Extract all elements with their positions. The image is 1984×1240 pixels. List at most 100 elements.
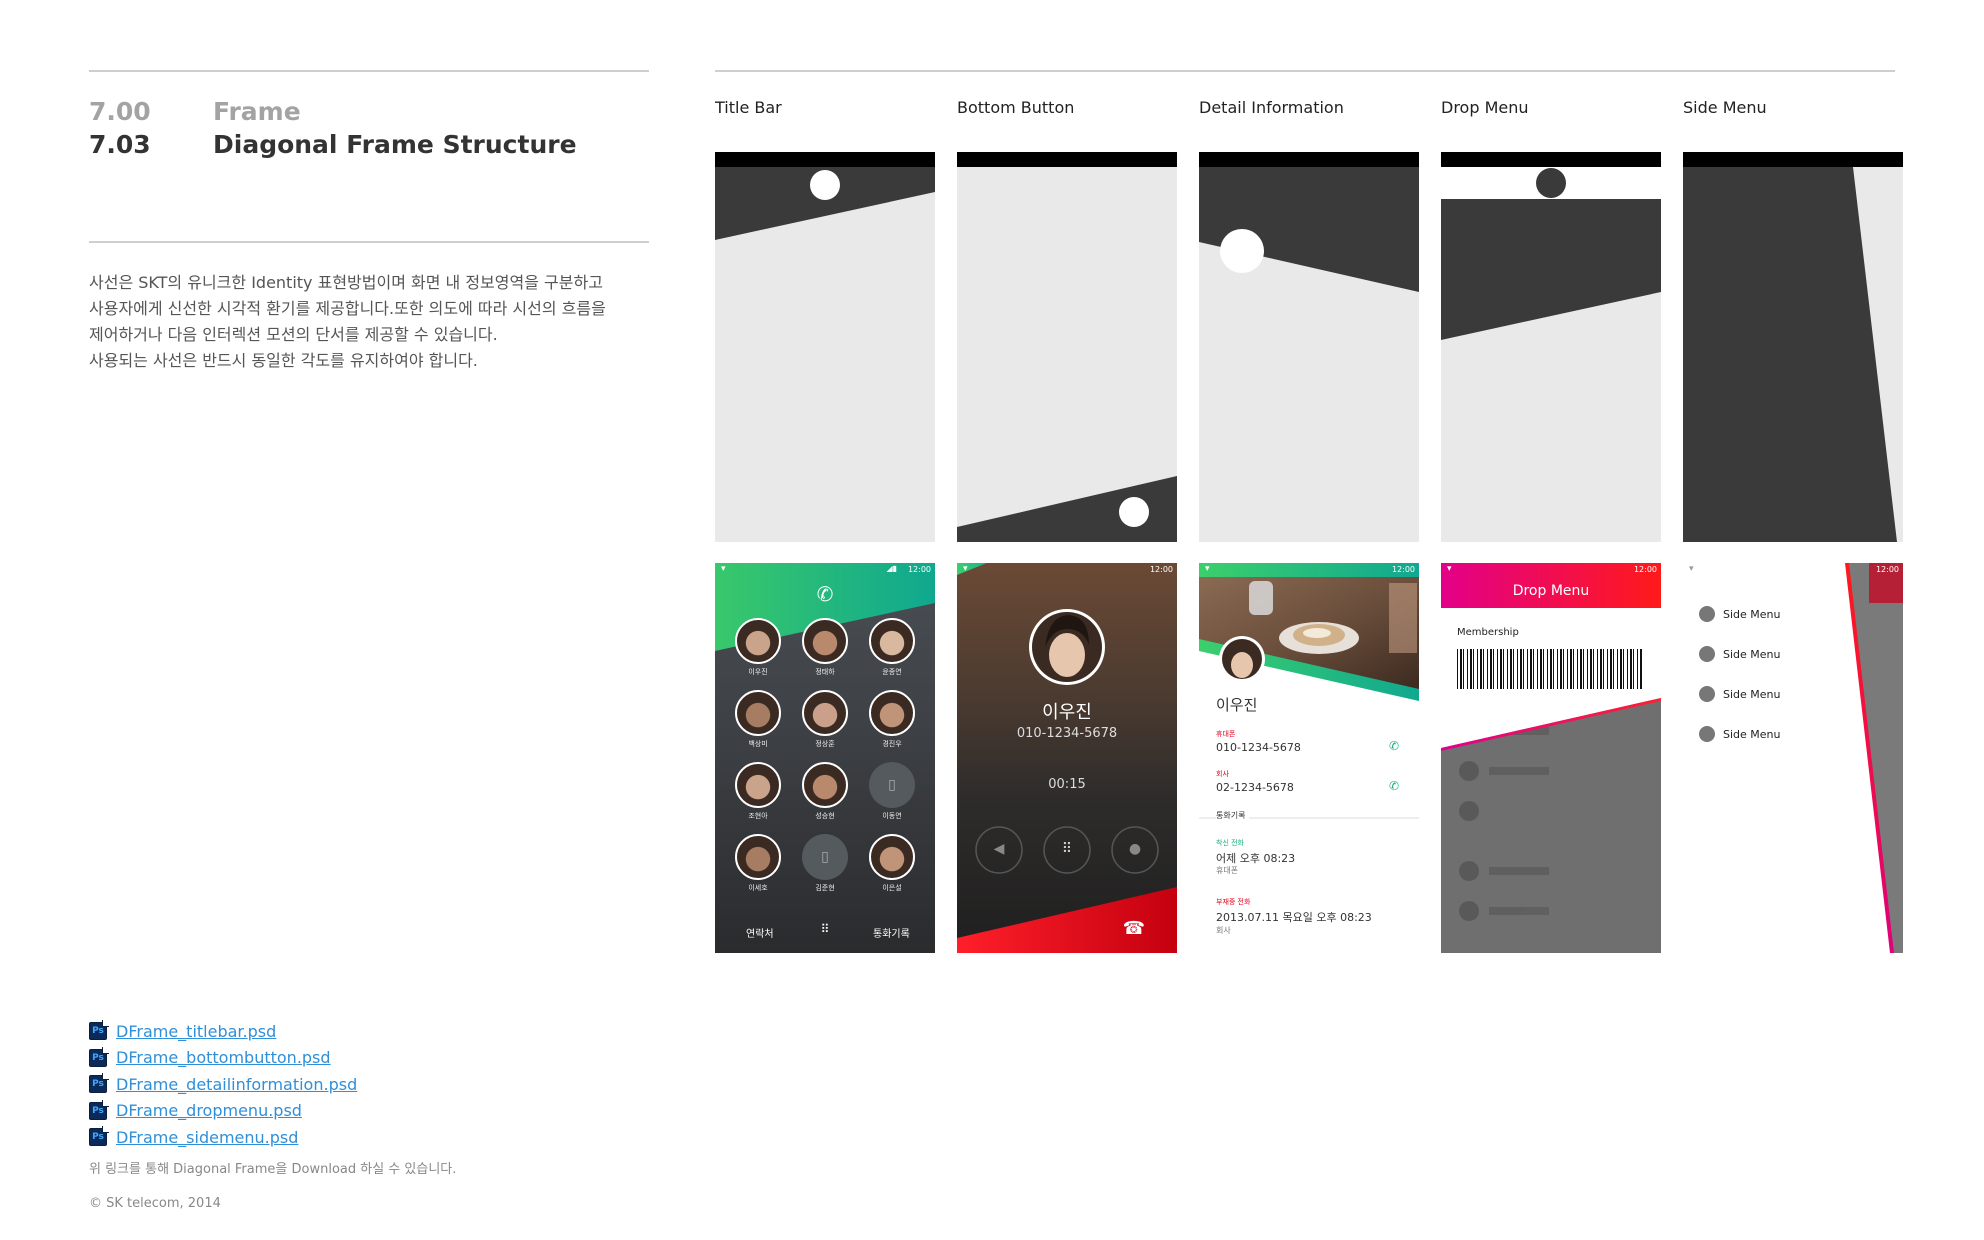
photoshop-file-icon: Ps [89,1099,109,1120]
history-value: 2013.07.11 목요일 오후 08:23 [1216,911,1372,924]
column-label-title-bar: Title Bar [715,98,782,117]
avatar [735,690,781,736]
call-icon[interactable]: ✆ [1389,739,1399,753]
wireframe-detail-information [1199,152,1419,542]
wireframe-bottom-button [957,152,1177,542]
history-tag: 부재중 전화 [1216,898,1251,906]
download-link-row: Ps DFrame_titlebar.psd [89,1018,357,1045]
contact-tile[interactable]: 이은설 [862,834,922,893]
avatar [802,618,848,664]
mute-icon[interactable]: ● [1125,841,1145,857]
side-menu-label: Side Menu [1723,607,1781,621]
contact-name: 이은설 [882,884,902,892]
contact-name: 백상미 [748,740,768,748]
contact-tile[interactable]: 윤종연 [862,618,922,677]
contact-tile[interactable]: 조현아 [728,762,788,821]
avatar [802,690,848,736]
section-number: 7.03 [89,130,151,159]
side-menu-item[interactable]: Side Menu [1699,646,1781,662]
wifi-icon: ▾ [721,564,726,574]
contact-name: 이세호 [748,884,768,892]
contact-tile[interactable]: 정상훈 [795,690,855,749]
avatar [869,834,915,880]
photoshop-file-icon: Ps [89,1020,109,1041]
download-link-bottombutton[interactable]: DFrame_bottombutton.psd [116,1048,331,1067]
caller-number: 010-1234-5678 [1016,726,1118,741]
download-link-detailinformation[interactable]: DFrame_detailinformation.psd [116,1075,357,1094]
phone-title-bar: ✆ ▾ ◢▮ 12:00 이우진 정태하 윤종연백상미 정상훈 경진우조현아 성승현 ▯ 이동… [715,563,935,953]
phone-bottom-button: 이우진 010-1234-5678 00:15 ◀ ⠿ ● ☎ ▾ 12:00 [957,563,1177,953]
contact-tile[interactable]: 이우진 [728,618,788,677]
status-time: 12:00 [1875,565,1899,574]
contact-tile[interactable]: 성승현 [795,762,855,821]
contact-tile[interactable]: 이세호 [728,834,788,893]
barcode [1457,649,1643,689]
history-sub: 휴대폰 [1216,866,1239,875]
end-call-icon[interactable]: ☎ [1119,918,1149,939]
side-menu-label: Side Menu [1723,687,1781,701]
column-label-drop-menu: Drop Menu [1441,98,1529,117]
description-line: 사용자에게 신선한 시각적 환기를 제공합니다.또한 의도에 따라 시선의 흐름… [89,299,606,318]
contact-name: 김준현 [815,884,835,892]
side-menu-item[interactable]: Side Menu [1699,606,1781,622]
download-link-titlebar[interactable]: DFrame_titlebar.psd [116,1022,276,1041]
svg-text:✆: ✆ [817,582,834,606]
avatar [735,618,781,664]
download-link-row: Ps DFrame_dropmenu.psd [89,1098,357,1125]
wifi-icon: ▾ [1689,564,1694,574]
side-menu-item[interactable]: Side Menu [1699,726,1781,742]
speaker-icon[interactable]: ◀ [989,841,1009,857]
contact-tile[interactable]: 백상미 [728,690,788,749]
menu-dot-icon [1699,726,1715,742]
avatar [802,762,848,808]
parent-section-title: Frame [213,97,301,126]
call-icon[interactable]: ✆ [1389,779,1399,793]
status-bar: ▾ 12:00 [1441,563,1661,577]
download-links: Ps DFrame_titlebar.psd Ps DFrame_bottomb… [89,1018,357,1151]
contact-tile[interactable]: 정태하 [795,618,855,677]
wireframe-drop-menu [1441,152,1661,542]
keypad-icon[interactable]: ⠿ [1057,841,1077,857]
wifi-icon: ▾ [1205,564,1210,574]
drop-menu-title: Drop Menu [1512,583,1590,599]
detail-value: 02-1234-5678 [1216,781,1294,794]
download-note: 위 링크를 통해 Diagonal Frame을 Download 하실 수 있… [89,1162,457,1177]
contact-name: 이우진 [748,668,768,676]
side-menu-item[interactable]: Side Menu [1699,686,1781,702]
status-bar: ▾ ◢▮ 12:00 [715,563,935,577]
download-link-sidemenu[interactable]: DFrame_sidemenu.psd [116,1128,298,1147]
nav-call-history[interactable]: 통화기록 [873,925,910,940]
contact-name: 조현아 [748,812,768,820]
history-sub: 회사 [1216,926,1231,935]
avatar: ▯ [869,762,915,808]
phone-detail-information: ▾ 12:00 이우진 휴대폰 010-1234-5678 ✆ 회사 02-12… [1199,563,1419,953]
status-time: 12:00 [1391,565,1415,574]
wireframe-side-menu [1683,152,1903,542]
contact-tile[interactable]: 경진우 [862,690,922,749]
status-time: 12:00 [907,565,931,574]
avatar [869,618,915,664]
description-line: 제어하거나 다음 인터렉션 모션의 단서를 제공할 수 있습니다. [89,325,498,344]
contact-tile[interactable]: ▯ 이동연 [862,762,922,821]
download-link-dropmenu[interactable]: DFrame_dropmenu.psd [116,1101,302,1120]
side-menu-label: Side Menu [1723,727,1781,741]
membership-label: Membership [1457,627,1519,638]
status-bar: ▾ 12:00 [1199,563,1419,577]
history-value: 어제 오후 08:23 [1216,852,1296,865]
description-line: 사선은 SKT의 유니크한 Identity 표현방법이며 화면 내 정보영역을… [89,273,603,292]
contact-tile[interactable]: ▯ 김준현 [795,834,855,893]
call-timer: 00:15 [1048,777,1086,792]
column-label-bottom-button: Bottom Button [957,98,1075,117]
avatar [735,834,781,880]
nav-contacts[interactable]: 연락처 [746,925,774,940]
wifi-icon: ▾ [963,564,968,574]
contact-name: 이우진 [1216,696,1258,714]
photoshop-file-icon: Ps [89,1073,109,1094]
avatar [735,762,781,808]
contact-name: 성승현 [815,812,835,820]
photoshop-file-icon: Ps [89,1126,109,1147]
bottom-nav: 연락처 ⠿ 통화기록 [715,911,935,953]
description: 사선은 SKT의 유니크한 Identity 표현방법이며 화면 내 정보영역을… [89,270,649,374]
keypad-icon[interactable]: ⠿ [816,922,834,940]
contact-name: 이동연 [882,812,902,820]
